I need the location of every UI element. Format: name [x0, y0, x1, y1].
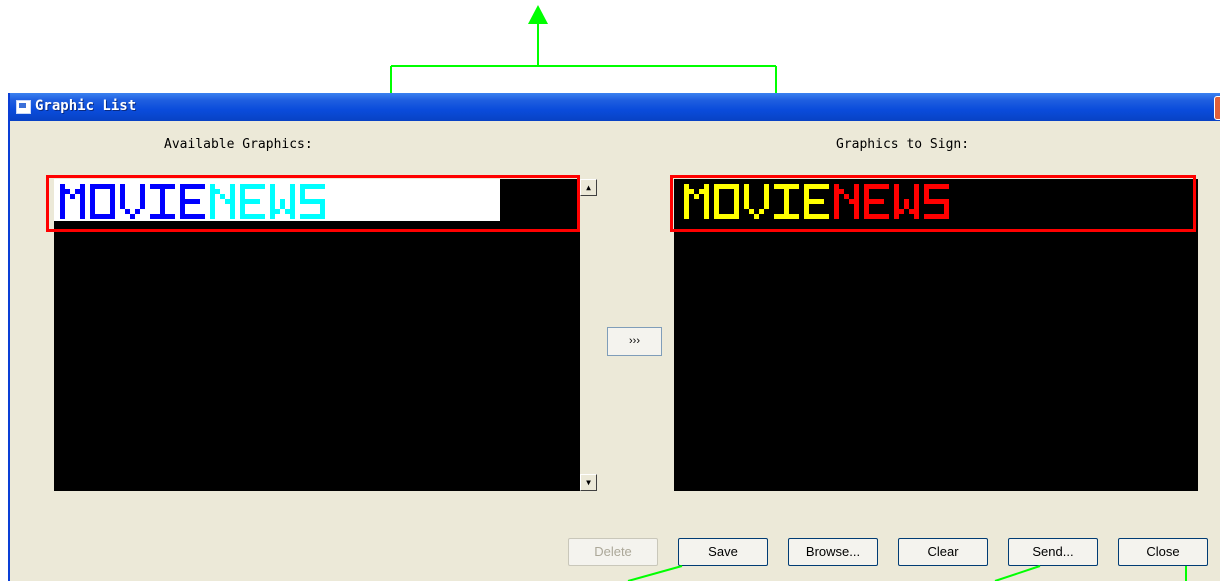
annotation-arrowhead [528, 5, 548, 24]
scroll-down-button[interactable]: ▼ [580, 474, 597, 491]
available-graphics-label: Available Graphics: [164, 137, 313, 152]
close-button[interactable]: Close [1118, 538, 1208, 566]
graphics-to-sign-label: Graphics to Sign: [836, 137, 970, 152]
available-item-highlight [46, 175, 580, 232]
scroll-up-button[interactable]: ▲ [580, 179, 597, 196]
add-to-sign-button[interactable]: ››› [607, 327, 662, 356]
clear-button[interactable]: Clear [898, 538, 988, 566]
sign-item-highlight [670, 175, 1196, 232]
title-bar[interactable]: Graphic List [10, 93, 1220, 121]
graphic-list-window: Graphic List Available Graphics: Graphic… [8, 93, 1220, 581]
window-close-icon[interactable] [1214, 96, 1220, 120]
window-icon [16, 100, 31, 114]
save-button[interactable]: Save [678, 538, 768, 566]
window-title: Graphic List [35, 98, 137, 114]
available-list-scrollbar[interactable]: ▲ ▼ [580, 179, 599, 491]
browse-button[interactable]: Browse... [788, 538, 878, 566]
delete-button[interactable]: Delete [568, 538, 658, 566]
send-button[interactable]: Send... [1008, 538, 1098, 566]
